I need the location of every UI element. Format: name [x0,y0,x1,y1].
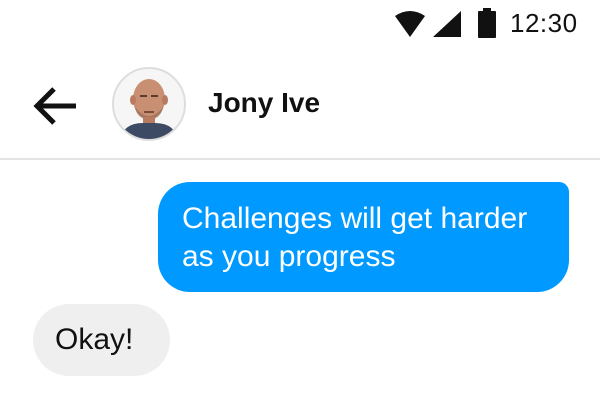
received-message-bubble[interactable]: Okay! [33,304,170,376]
battery-icon [478,8,496,38]
chat-screen: 12:30 Jony Ive Challenges will get harde… [0,0,600,400]
contact-avatar-photo [120,79,178,139]
cellular-signal-icon [433,11,461,37]
header-divider [0,158,600,160]
status-time: 12:30 [510,8,578,38]
status-bar: 12:30 [0,0,600,48]
avatar[interactable] [112,67,186,141]
chat-header: Jony Ive [0,58,600,158]
contact-name[interactable]: Jony Ive [208,86,320,120]
arrow-left-icon[interactable] [30,80,82,132]
sent-message-bubble[interactable]: Challenges will get harder as you progre… [158,182,569,292]
wifi-icon [395,11,425,37]
